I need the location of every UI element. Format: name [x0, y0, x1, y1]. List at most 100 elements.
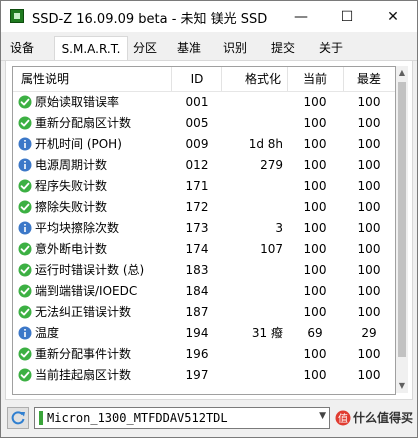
- attribute-raw: [219, 92, 283, 113]
- attribute-worst: 100: [357, 242, 381, 256]
- scroll-thumb[interactable]: [398, 82, 406, 357]
- window-title: SSD-Z 16.09.09 beta - 未知 镁光 SSD: [32, 12, 268, 27]
- status-info-icon: [18, 221, 32, 235]
- tab-strip: 设备 S.M.A.R.T. 分区 基准 识别 提交 关于: [1, 36, 417, 61]
- refresh-button[interactable]: [7, 407, 29, 429]
- table-row[interactable]: 端到端错误/IOEDC 184 100 100: [13, 281, 395, 302]
- column-divider[interactable]: [343, 67, 344, 91]
- attribute-raw: [219, 281, 283, 302]
- attribute-id: 173: [185, 221, 209, 235]
- attribute-name: 当前挂起扇区计数: [35, 368, 132, 382]
- attribute-id: 171: [185, 179, 209, 193]
- maximize-button[interactable]: ☐: [324, 1, 370, 32]
- attribute-name: 运行时错误计数 (总): [35, 263, 145, 277]
- column-divider[interactable]: [221, 67, 222, 91]
- tab-device[interactable]: 设备: [4, 38, 40, 59]
- minimize-button[interactable]: —: [278, 1, 324, 32]
- attribute-raw: 3: [275, 221, 283, 235]
- watermark-logo-icon: 值: [335, 410, 351, 426]
- status-ok-icon: [18, 179, 32, 193]
- attribute-id: 009: [185, 137, 209, 151]
- attribute-worst: 100: [357, 263, 381, 277]
- tab-smart[interactable]: S.M.A.R.T.: [54, 36, 128, 60]
- attribute-name: 温度: [35, 326, 60, 340]
- attribute-current: 100: [303, 200, 327, 214]
- vertical-scrollbar[interactable]: ▲ ▼: [396, 66, 408, 393]
- attribute-raw: [219, 176, 283, 197]
- status-info-icon: [18, 326, 32, 340]
- status-info-icon: [18, 158, 32, 172]
- attribute-raw: [219, 260, 283, 281]
- attribute-worst: 100: [357, 179, 381, 193]
- tab-partitions[interactable]: 分区: [128, 38, 162, 59]
- attribute-worst: 100: [357, 284, 381, 298]
- table-row[interactable]: 擦除失败计数 172 100 100: [13, 197, 395, 218]
- table-row[interactable]: 当前挂起扇区计数 197 100 100: [13, 365, 395, 386]
- table-row[interactable]: 重新分配扇区计数 005 100 100: [13, 113, 395, 134]
- table-row[interactable]: 程序失败计数 171 100 100: [13, 176, 395, 197]
- attribute-worst: 100: [357, 200, 381, 214]
- tab-submit[interactable]: 提交: [265, 38, 301, 59]
- table-row[interactable]: 重新分配事件计数 196 100 100: [13, 344, 395, 365]
- table-row[interactable]: 平均块擦除次数 173 3 100 100: [13, 218, 395, 239]
- drive-indicator-icon: [39, 411, 43, 425]
- table-row[interactable]: 运行时错误计数 (总) 183 100 100: [13, 260, 395, 281]
- status-ok-icon: [18, 242, 32, 256]
- table-row[interactable]: 开机时间 (POH) 009 1d 8h 100 100: [13, 134, 395, 155]
- column-header-raw[interactable]: 格式化: [227, 67, 281, 91]
- attribute-name: 开机时间 (POH): [35, 137, 122, 151]
- status-ok-icon: [18, 95, 32, 109]
- scroll-down-arrow-icon[interactable]: ▼: [396, 379, 408, 393]
- attribute-id: 001: [185, 95, 209, 109]
- attribute-current: 100: [303, 242, 327, 256]
- attribute-worst: 100: [357, 116, 381, 130]
- attribute-worst: 100: [357, 158, 381, 172]
- close-button[interactable]: ✕: [370, 1, 416, 32]
- attribute-raw: [219, 197, 283, 218]
- attribute-id: 174: [185, 242, 209, 256]
- attribute-id: 184: [185, 284, 209, 298]
- attribute-current: 100: [303, 158, 327, 172]
- column-header-id[interactable]: ID: [177, 67, 217, 91]
- tab-benchmark[interactable]: 基准: [171, 38, 207, 59]
- status-ok-icon: [18, 305, 32, 319]
- column-header-current[interactable]: 当前: [295, 67, 335, 91]
- table-row[interactable]: 无法纠正错误计数 187 100 100: [13, 302, 395, 323]
- attribute-name: 重新分配事件计数: [35, 347, 132, 361]
- attribute-raw: 107: [260, 242, 283, 256]
- attribute-id: 183: [185, 263, 209, 277]
- refresh-icon: [11, 411, 25, 425]
- column-header-worst[interactable]: 最差: [349, 67, 389, 91]
- app-icon: [10, 9, 24, 23]
- scroll-up-arrow-icon[interactable]: ▲: [396, 66, 408, 80]
- column-divider[interactable]: [171, 67, 172, 91]
- attribute-id: 194: [185, 326, 209, 340]
- attribute-name: 意外断电计数: [35, 242, 108, 256]
- table-row[interactable]: 温度 194 31 癈 69 29: [13, 323, 395, 344]
- attribute-id: 187: [185, 305, 209, 319]
- status-info-icon: [18, 137, 32, 151]
- attribute-current: 100: [303, 95, 327, 109]
- table-row[interactable]: 意外断电计数 174 107 100 100: [13, 239, 395, 260]
- attribute-name: 擦除失败计数: [35, 200, 108, 214]
- attribute-raw: 1d 8h: [248, 137, 283, 151]
- attribute-worst: 29: [361, 326, 377, 340]
- tab-about[interactable]: 关于: [313, 38, 349, 59]
- attribute-worst: 100: [357, 368, 381, 382]
- attribute-name: 原始读取错误率: [35, 95, 120, 109]
- attribute-current: 100: [303, 284, 327, 298]
- smart-attribute-list[interactable]: 属性说明 ID 格式化 当前 最差 原始读取错误率 001 100 100 重新分配扇区…: [12, 66, 396, 395]
- tab-identify[interactable]: 识别: [217, 38, 253, 59]
- table-row[interactable]: 原始读取错误率 001 100 100: [13, 92, 395, 113]
- title-bar[interactable]: SSD-Z 16.09.09 beta - 未知 镁光 SSD — ☐ ✕: [1, 1, 417, 32]
- attribute-current: 100: [303, 347, 327, 361]
- chevron-down-icon[interactable]: ▼: [319, 411, 326, 421]
- column-header-name[interactable]: 属性说明: [21, 67, 69, 91]
- attribute-raw: [219, 113, 283, 134]
- table-row[interactable]: 电源周期计数 012 279 100 100: [13, 155, 395, 176]
- status-ok-icon: [18, 200, 32, 214]
- attribute-current: 100: [303, 263, 327, 277]
- column-divider[interactable]: [287, 67, 288, 91]
- attribute-raw: 279: [260, 158, 283, 172]
- drive-select[interactable]: Micron_1300_MTFDDAV512TDL ▼: [34, 407, 330, 429]
